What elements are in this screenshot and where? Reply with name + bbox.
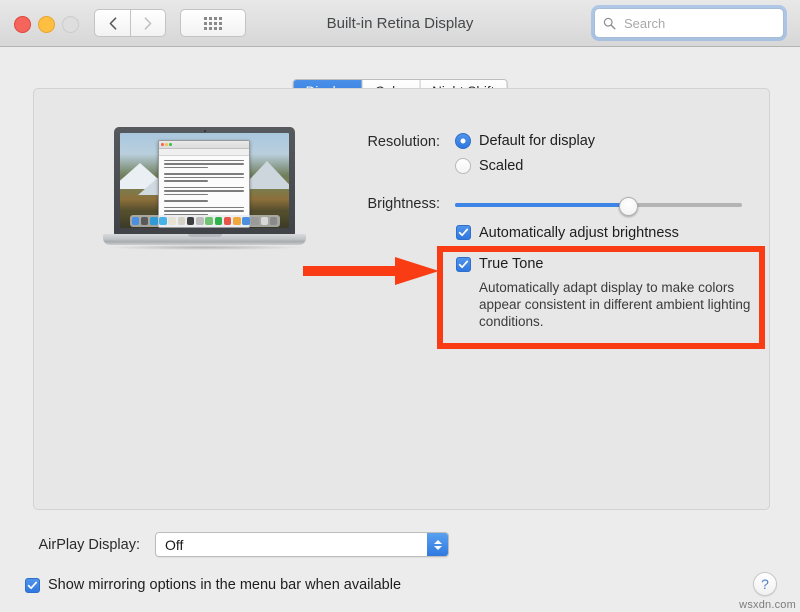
macbook-screen	[120, 133, 289, 228]
auto-brightness-label: Automatically adjust brightness	[479, 225, 679, 241]
slider-fill	[455, 203, 628, 207]
forward-button[interactable]	[130, 9, 166, 37]
airplay-display-value: Off	[165, 536, 184, 553]
radio-default-for-display[interactable]: Default for display	[455, 133, 595, 149]
help-button[interactable]: ?	[753, 572, 777, 596]
checkbox-checked-icon	[25, 577, 40, 593]
zoom-button[interactable]	[62, 16, 79, 33]
dock-preview	[129, 215, 280, 227]
checkmark-icon	[458, 260, 469, 268]
slider-thumb[interactable]	[618, 197, 638, 216]
show-mirroring-options-label: Show mirroring options in the menu bar w…	[48, 577, 402, 593]
search-field[interactable]	[594, 8, 784, 38]
textedit-body	[159, 156, 249, 221]
chevron-left-icon	[109, 16, 116, 30]
navigation-buttons	[94, 9, 166, 37]
close-button[interactable]	[14, 16, 31, 33]
search-input[interactable]	[622, 14, 776, 32]
textedit-toolbar	[159, 149, 249, 156]
radio-scaled[interactable]: Scaled	[455, 158, 523, 174]
macbook-base	[103, 234, 306, 245]
auto-brightness-checkbox[interactable]: Automatically adjust brightness	[456, 225, 679, 241]
system-preferences-window: Built-in Retina Display Display Color Ni…	[0, 0, 800, 612]
chevron-updown-icon[interactable]	[427, 533, 448, 556]
radio-scaled-label: Scaled	[479, 158, 524, 174]
checkmark-icon	[458, 228, 469, 237]
resolution-label: Resolution:	[367, 134, 440, 150]
radio-selected-icon	[455, 133, 471, 149]
airplay-display-popup-button[interactable]: Off	[155, 532, 449, 557]
camera-icon	[203, 129, 206, 132]
watermark: wsxdn.com	[739, 599, 796, 611]
true-tone-checkbox[interactable]: True Tone	[456, 256, 544, 272]
red-arrow-icon	[303, 257, 439, 285]
chevron-right-icon	[144, 16, 152, 30]
title-bar: Built-in Retina Display	[0, 0, 800, 47]
true-tone-description: Automatically adapt display to make colo…	[479, 280, 751, 329]
true-tone-label: True Tone	[479, 256, 544, 272]
checkbox-checked-icon	[456, 256, 471, 272]
brightness-label: Brightness:	[367, 196, 440, 212]
textedit-titlebar	[159, 141, 249, 149]
radio-default-label: Default for display	[479, 133, 596, 149]
checkmark-icon	[27, 581, 38, 589]
grid-icon	[204, 16, 222, 30]
minimize-button[interactable]	[38, 16, 55, 33]
radio-unselected-icon	[455, 158, 471, 174]
airplay-display-label: AirPlay Display:	[38, 537, 140, 553]
macbook-lid	[114, 127, 295, 235]
back-button[interactable]	[94, 9, 130, 37]
macbook-shadow	[109, 245, 300, 250]
show-all-button[interactable]	[180, 9, 246, 37]
checkbox-checked-icon	[456, 225, 471, 240]
search-icon	[603, 17, 616, 29]
brightness-slider[interactable]	[455, 197, 742, 216]
show-mirroring-options-checkbox[interactable]: Show mirroring options in the menu bar w…	[25, 577, 401, 593]
macbook-preview-image	[103, 127, 306, 253]
